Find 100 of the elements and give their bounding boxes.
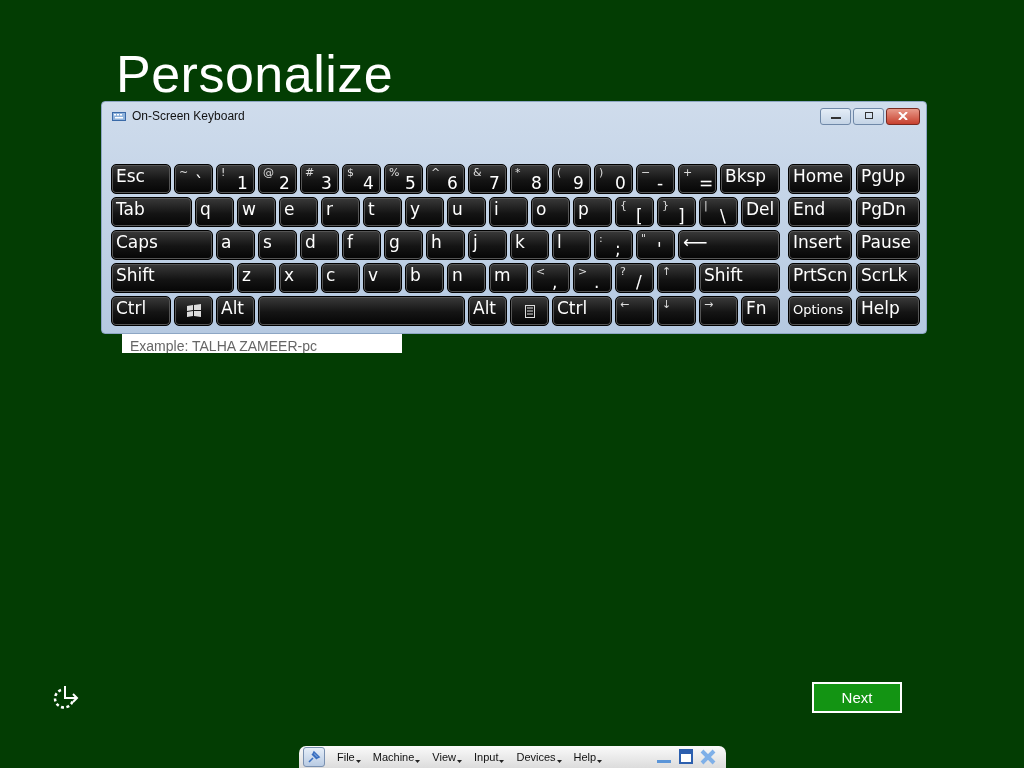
menu-icon xyxy=(524,304,535,318)
windows-key[interactable] xyxy=(174,296,213,326)
keyboard-key[interactable]: End xyxy=(788,197,852,227)
keyboard-key[interactable]: v xyxy=(363,263,402,293)
keyboard-key[interactable]: f xyxy=(342,230,381,260)
keyboard-key[interactable]: Insert xyxy=(788,230,852,260)
keyboard-key[interactable]: ! 1 xyxy=(216,164,255,194)
keyboard-key[interactable]: d xyxy=(300,230,339,260)
keyboard-key[interactable]: Bksp xyxy=(720,164,780,194)
menu-item[interactable]: View xyxy=(432,751,462,763)
page-title: Personalize xyxy=(116,44,394,104)
minimize-button[interactable] xyxy=(820,107,851,125)
keyboard-key[interactable]: + = xyxy=(678,164,717,194)
keyboard-key[interactable]: q xyxy=(195,197,234,227)
keyboard-key[interactable]: w xyxy=(237,197,276,227)
menu-item[interactable]: Help xyxy=(573,751,603,763)
keyboard-key[interactable]: ← xyxy=(615,296,654,326)
keyboard-key[interactable]: Fn xyxy=(741,296,780,326)
restore-icon[interactable] xyxy=(678,749,694,765)
keyboard-key[interactable]: s xyxy=(258,230,297,260)
menu-item[interactable]: Input xyxy=(473,751,505,763)
keyboard-key[interactable]: } ] xyxy=(657,197,696,227)
keyboard-key[interactable]: Ctrl xyxy=(111,296,171,326)
keyboard-key[interactable]: * 8 xyxy=(510,164,549,194)
keyboard-key[interactable]: & 7 xyxy=(468,164,507,194)
keyboard-key[interactable]: k xyxy=(510,230,549,260)
caret-icon xyxy=(597,760,603,763)
keyboard-key[interactable]: i xyxy=(489,197,528,227)
keyboard-key[interactable]: Alt xyxy=(468,296,507,326)
keyboard-key[interactable]: l xyxy=(552,230,591,260)
keyboard-key[interactable]: Ctrl xyxy=(552,296,612,326)
keyboard-key[interactable]: ↑ xyxy=(657,263,696,293)
keyboard-key[interactable]: x xyxy=(279,263,318,293)
caret-icon xyxy=(499,760,505,763)
caret-icon xyxy=(456,760,462,763)
keyboard-key[interactable]: e xyxy=(279,197,318,227)
keyboard-key[interactable]: > . xyxy=(573,263,612,293)
keyboard-key[interactable]: Tab xyxy=(111,197,192,227)
keyboard-key[interactable]: t xyxy=(363,197,402,227)
keyboard-key[interactable]: Del xyxy=(741,197,780,227)
keyboard-key[interactable]: g xyxy=(384,230,423,260)
keyboard-key[interactable]: Caps xyxy=(111,230,213,260)
keyboard-key[interactable]: a xyxy=(216,230,255,260)
keyboard-key[interactable]: b xyxy=(405,263,444,293)
keyboard-key[interactable]: Pause xyxy=(856,230,920,260)
keyboard-key[interactable]: @ 2 xyxy=(258,164,297,194)
keyboard-key[interactable]: u xyxy=(447,197,486,227)
close-icon xyxy=(897,112,909,120)
keyboard-key[interactable]: j xyxy=(468,230,507,260)
keyboard-key[interactable]: # 3 xyxy=(300,164,339,194)
caret-icon xyxy=(415,760,421,763)
keyboard-key[interactable]: h xyxy=(426,230,465,260)
next-button[interactable]: Next xyxy=(812,682,902,713)
caret-icon xyxy=(355,760,361,763)
keyboard-key[interactable]: Alt xyxy=(216,296,255,326)
keyboard-key[interactable]: ( 9 xyxy=(552,164,591,194)
keyboard-key[interactable]: → xyxy=(699,296,738,326)
keyboard-key[interactable]: ⟵ xyxy=(678,230,780,260)
space-key[interactable] xyxy=(258,296,465,326)
menu-item[interactable]: Machine xyxy=(372,751,421,763)
keyboard-key[interactable]: Shift xyxy=(699,263,780,293)
keyboard-key[interactable]: ^ 6 xyxy=(426,164,465,194)
keyboard-key[interactable]: " ' xyxy=(636,230,675,260)
keyboard-key[interactable]: | \ xyxy=(699,197,738,227)
keyboard-key[interactable]: Options xyxy=(788,296,852,326)
keyboard-key[interactable]: Esc xyxy=(111,164,171,194)
accessibility-icon xyxy=(53,684,81,710)
keyboard-key[interactable]: n xyxy=(447,263,486,293)
keyboard-key[interactable]: − - xyxy=(636,164,675,194)
keyboard-key[interactable]: % 5 xyxy=(384,164,423,194)
keyboard-key[interactable]: ScrLk xyxy=(856,263,920,293)
keyboard-key[interactable]: z xyxy=(237,263,276,293)
menu-item[interactable]: File xyxy=(337,751,361,763)
keyboard-key[interactable]: PgDn xyxy=(856,197,920,227)
keyboard-key[interactable]: Home xyxy=(788,164,852,194)
keyboard-key[interactable]: Help xyxy=(856,296,920,326)
keyboard-key[interactable]: ? / xyxy=(615,263,654,293)
keyboard-key[interactable]: y xyxy=(405,197,444,227)
keyboard-key[interactable]: ) 0 xyxy=(594,164,633,194)
keyboard-key[interactable]: ↓ xyxy=(657,296,696,326)
keyboard-key[interactable]: : ; xyxy=(594,230,633,260)
close-button[interactable] xyxy=(886,107,920,125)
keyboard-key[interactable]: r xyxy=(321,197,360,227)
keyboard-key[interactable]: m xyxy=(489,263,528,293)
menu-item[interactable]: Devices xyxy=(516,751,562,763)
keyboard-key[interactable]: ~ ` xyxy=(174,164,213,194)
pin-button[interactable] xyxy=(303,747,325,767)
keyboard-key[interactable]: c xyxy=(321,263,360,293)
menu-key[interactable] xyxy=(510,296,549,326)
pin-icon xyxy=(306,749,322,765)
keyboard-key[interactable]: Shift xyxy=(111,263,234,293)
keyboard-key[interactable]: $ 4 xyxy=(342,164,381,194)
keyboard-key[interactable]: { [ xyxy=(615,197,654,227)
keyboard-key[interactable]: o xyxy=(531,197,570,227)
keyboard-key[interactable]: PrtScn xyxy=(788,263,852,293)
window-title: On-Screen Keyboard xyxy=(132,109,245,123)
keyboard-key[interactable]: p xyxy=(573,197,612,227)
keyboard-key[interactable]: PgUp xyxy=(856,164,920,194)
maximize-button[interactable] xyxy=(853,107,884,125)
keyboard-key[interactable]: < , xyxy=(531,263,570,293)
